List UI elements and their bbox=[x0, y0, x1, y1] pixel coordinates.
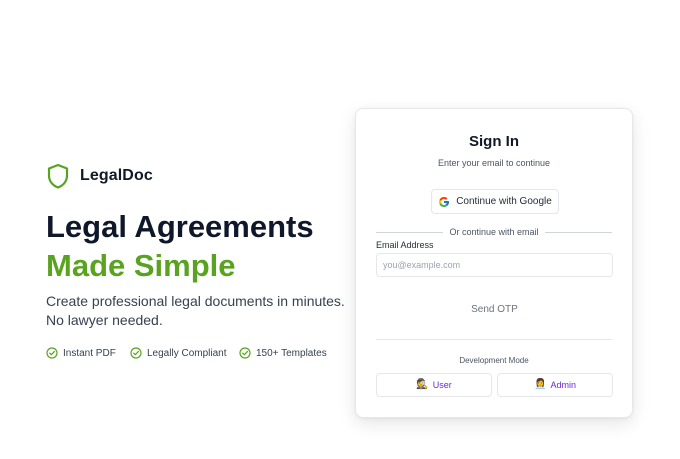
feature-item: 150+ Templates bbox=[239, 347, 327, 359]
subtext-line-1: Create professional legal documents in m… bbox=[46, 293, 345, 309]
admin-person-icon: 👩‍💼 bbox=[534, 379, 547, 390]
signin-card: Sign In Enter your email to continue Con… bbox=[355, 108, 633, 418]
email-field[interactable] bbox=[376, 253, 613, 277]
check-circle-icon bbox=[130, 347, 142, 359]
google-button-label: Continue with Google bbox=[456, 196, 552, 207]
feature-list: Instant PDF Legally Compliant 150+ Templ… bbox=[46, 347, 327, 359]
feature-label: Instant PDF bbox=[63, 347, 116, 359]
divider-line bbox=[376, 231, 444, 233]
shield-icon bbox=[47, 163, 69, 189]
dev-user-button[interactable]: 🕵️ User bbox=[376, 373, 492, 397]
google-icon bbox=[438, 196, 450, 208]
detective-icon: 🕵️ bbox=[416, 379, 429, 390]
feature-item: Instant PDF bbox=[46, 347, 130, 359]
dev-admin-button[interactable]: 👩‍💼 Admin bbox=[497, 373, 613, 397]
subtext-line-2: No lawyer needed. bbox=[46, 312, 163, 328]
divider-line bbox=[544, 231, 613, 233]
signin-title: Sign In bbox=[469, 133, 519, 150]
hero-subtext: Create professional legal documents in m… bbox=[46, 292, 346, 330]
google-signin-button[interactable]: Continue with Google bbox=[431, 189, 559, 214]
dev-user-label: User bbox=[432, 380, 452, 390]
section-divider bbox=[376, 339, 612, 340]
brand: LegalDoc bbox=[47, 163, 153, 189]
signin-subtitle: Enter your email to continue bbox=[437, 158, 551, 168]
headline-line-1: Legal Agreements bbox=[46, 209, 314, 244]
divider-text: Or continue with email bbox=[449, 227, 539, 237]
dev-mode-buttons: 🕵️ User 👩‍💼 Admin bbox=[376, 373, 613, 397]
hero-headline: Legal Agreements Made Simple bbox=[46, 207, 314, 285]
headline-line-2: Made Simple bbox=[46, 248, 236, 283]
feature-label: Legally Compliant bbox=[147, 347, 227, 359]
dev-mode-label: Development Mode bbox=[459, 356, 529, 365]
feature-item: Legally Compliant bbox=[130, 347, 239, 359]
brand-name: LegalDoc bbox=[80, 167, 153, 184]
check-circle-icon bbox=[46, 347, 58, 359]
dev-admin-label: Admin bbox=[550, 380, 576, 390]
send-otp-button[interactable]: Send OTP bbox=[376, 297, 613, 321]
check-circle-icon bbox=[239, 347, 251, 359]
email-label: Email Address bbox=[376, 240, 434, 250]
feature-label: 150+ Templates bbox=[256, 347, 327, 359]
or-divider: Or continue with email bbox=[376, 225, 613, 239]
